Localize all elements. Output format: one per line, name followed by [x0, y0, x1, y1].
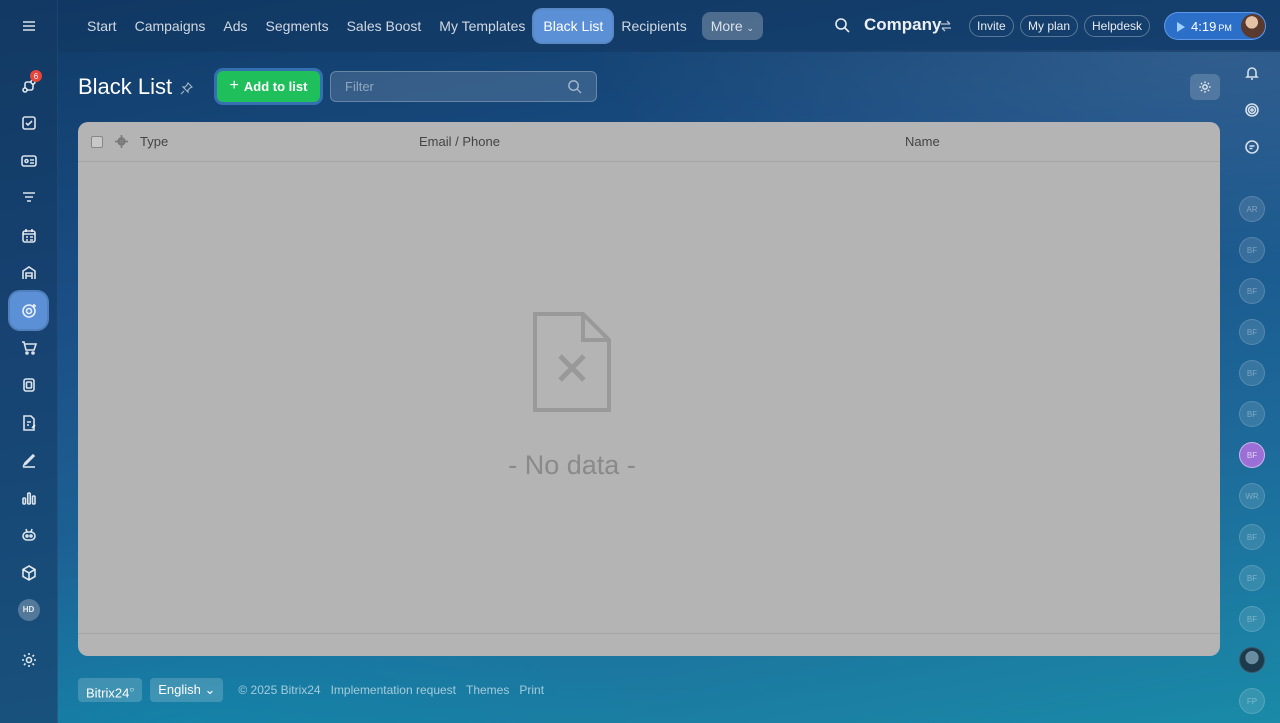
column-header-email-phone[interactable]: Email / Phone — [419, 134, 500, 149]
nav-ads[interactable]: Ads — [214, 10, 256, 42]
sign-icon[interactable] — [10, 441, 47, 478]
filter-field[interactable] — [330, 71, 597, 102]
themes-link[interactable]: Themes — [466, 683, 509, 697]
add-to-list-label: Add to list — [243, 79, 308, 94]
right-rail: AR BF BF BF BF BF BF WR BF BF BF FP — [1234, 52, 1280, 723]
gear-icon — [1199, 81, 1211, 93]
switch-icon[interactable] — [940, 20, 952, 32]
rail-avatar[interactable]: BF — [1239, 319, 1265, 345]
filter-input[interactable] — [331, 72, 561, 101]
invite-button[interactable]: Invite — [969, 15, 1014, 37]
add-to-list-button[interactable]: + Add to list — [217, 71, 320, 102]
pin-icon[interactable] — [180, 82, 193, 95]
empty-state-text: - No data - — [508, 450, 636, 480]
documents-icon[interactable] — [10, 404, 47, 441]
rail-avatar[interactable]: BF — [1239, 360, 1265, 386]
sidebar-item-hd[interactable]: HD — [10, 591, 47, 628]
main-nav: Start Campaigns Ads Segments Sales Boost… — [78, 10, 764, 42]
sidebar-item-activity[interactable]: 6 — [10, 67, 47, 104]
black-list-grid: Type Email / Phone Name - No data - — [78, 122, 1220, 656]
rail-avatar[interactable]: BF — [1239, 524, 1265, 550]
rail-avatar[interactable]: BF — [1239, 278, 1265, 304]
nav-sales-boost[interactable]: Sales Boost — [338, 10, 431, 42]
time-value: 4:19 — [1191, 19, 1217, 34]
plus-icon: + — [229, 76, 239, 94]
contact-card-icon[interactable] — [10, 142, 47, 179]
clock-icon: ○ — [129, 685, 135, 694]
rail-avatar[interactable]: BF — [1239, 401, 1265, 427]
work-day-timer[interactable]: 4:19 PM — [1164, 12, 1266, 40]
print-link[interactable]: Print — [519, 683, 544, 697]
company-name[interactable]: Company — [864, 15, 941, 35]
online-store-icon[interactable] — [10, 366, 47, 403]
nav-campaigns[interactable]: Campaigns — [126, 10, 215, 42]
marketing-icon[interactable] — [10, 292, 47, 329]
rail-avatar[interactable]: AR — [1239, 196, 1265, 222]
language-select[interactable]: English ⌄ — [150, 678, 224, 702]
funnel-icon[interactable] — [10, 179, 47, 216]
nav-my-templates[interactable]: My Templates — [430, 10, 534, 42]
nav-segments[interactable]: Segments — [257, 10, 338, 42]
rail-avatar-photo[interactable] — [1239, 647, 1265, 673]
top-bar: Start Campaigns Ads Segments Sales Boost… — [58, 0, 1280, 52]
warehouse-icon[interactable] — [10, 254, 47, 291]
nav-recipients[interactable]: Recipients — [612, 10, 695, 42]
play-icon — [1177, 22, 1185, 32]
copilot-spiral-icon[interactable] — [1239, 97, 1265, 123]
select-all-checkbox[interactable] — [91, 136, 103, 148]
grid-header: Type Email / Phone Name — [78, 122, 1220, 162]
tasks-icon[interactable] — [10, 104, 47, 141]
rail-avatar[interactable]: FP — [1239, 688, 1265, 714]
helpdesk-button[interactable]: Helpdesk — [1084, 15, 1151, 37]
cart-icon[interactable] — [10, 329, 47, 366]
chevron-down-icon: ⌄ — [746, 23, 755, 33]
rail-avatar[interactable]: BF — [1239, 442, 1265, 468]
menu-icon[interactable] — [10, 7, 47, 44]
settings-gear-icon[interactable] — [10, 641, 47, 678]
search-icon[interactable] — [567, 79, 582, 94]
language-label: English — [158, 682, 201, 697]
brand-chip[interactable]: Bitrix24○ — [78, 678, 143, 702]
hd-label: HD — [17, 598, 40, 621]
rail-avatar[interactable]: BF — [1239, 237, 1265, 263]
copilot-icon[interactable] — [10, 516, 47, 553]
notification-badge: 6 — [30, 70, 42, 82]
my-plan-button[interactable]: My plan — [1020, 15, 1079, 37]
implementation-request-link[interactable]: Implementation request — [331, 683, 456, 697]
copyright-text: © 2025 Bitrix24 — [238, 683, 321, 697]
bell-icon[interactable] — [1239, 60, 1265, 86]
chevron-down-icon: ⌄ — [204, 682, 216, 697]
column-header-type[interactable]: Type — [140, 134, 168, 149]
column-settings-gear-icon[interactable] — [115, 135, 128, 148]
rail-avatar[interactable]: BF — [1239, 606, 1265, 632]
rail-avatar[interactable]: WR — [1239, 483, 1265, 509]
search-icon[interactable] — [834, 17, 850, 33]
time-suffix: PM — [1218, 23, 1232, 33]
brand-label: Bitrix24 — [86, 685, 130, 701]
rail-avatar[interactable]: BF — [1239, 565, 1265, 591]
chat-icon[interactable] — [1239, 134, 1265, 160]
user-avatar[interactable] — [1241, 14, 1265, 38]
empty-file-icon — [533, 312, 611, 412]
nav-more[interactable]: More ⌄ — [701, 12, 764, 40]
analytics-icon[interactable] — [10, 479, 47, 516]
nav-start[interactable]: Start — [78, 10, 126, 42]
calendar-icon[interactable] — [10, 217, 47, 254]
left-sidebar: 6 HD — [0, 0, 58, 723]
column-header-name[interactable]: Name — [905, 134, 940, 149]
box-icon[interactable] — [10, 554, 47, 591]
nav-black-list[interactable]: Black List — [534, 10, 613, 42]
settings-button[interactable] — [1190, 74, 1220, 100]
page-title: Black List — [78, 74, 173, 99]
nav-more-label: More — [710, 18, 743, 34]
grid-footer-divider — [78, 633, 1220, 634]
footer: Bitrix24○ English ⌄ © 2025 Bitrix24 Impl… — [78, 677, 544, 703]
